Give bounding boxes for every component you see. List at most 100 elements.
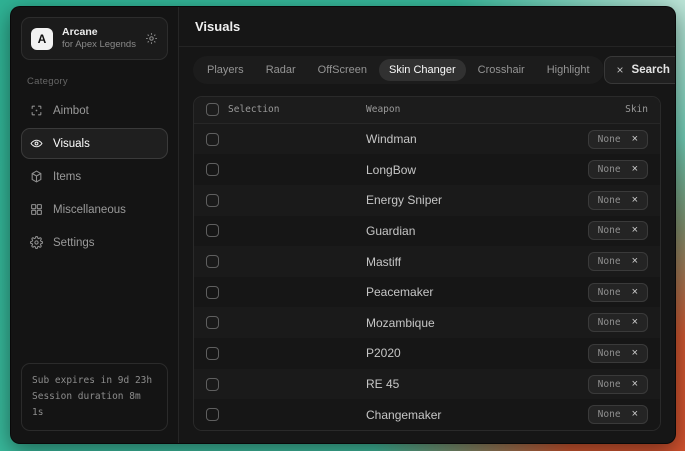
table-row: LongBow None × (194, 154, 660, 185)
row-checkbox[interactable] (206, 224, 219, 237)
tab-bar: Players Radar OffScreen Skin Changer Cro… (193, 56, 604, 84)
skin-value: None (598, 379, 621, 390)
page-title: Visuals (195, 19, 240, 34)
weapon-name: Energy Sniper (366, 193, 588, 207)
row-checkbox[interactable] (206, 347, 219, 360)
weapon-header-label: Weapon (366, 104, 625, 115)
weapon-name: Windman (366, 132, 588, 146)
brand-card[interactable]: A Arcane for Apex Legends (21, 17, 168, 60)
row-checkbox[interactable] (206, 133, 219, 146)
settings-gear-icon[interactable] (145, 32, 158, 45)
sidebar-item-label: Items (53, 171, 81, 183)
skin-value: None (598, 225, 621, 236)
table-row: RE 45 None × (194, 369, 660, 400)
brand-text: Arcane for Apex Legends (62, 26, 136, 51)
table-row: Changemaker None × (194, 399, 660, 430)
crosshair-icon (30, 104, 43, 117)
skin-value: None (598, 348, 621, 359)
eye-icon (30, 137, 43, 150)
skin-select-button[interactable]: None × (588, 191, 648, 210)
clear-skin-icon[interactable]: × (632, 409, 638, 420)
skin-value: None (598, 317, 621, 328)
clear-skin-icon[interactable]: × (632, 134, 638, 145)
skin-table: Selection Weapon Skin Windman None × Lon… (193, 96, 661, 431)
skin-select-button[interactable]: None × (588, 160, 648, 179)
skin-value: None (598, 134, 621, 145)
skin-select-button[interactable]: None × (588, 283, 648, 302)
sidebar-item-visuals[interactable]: Visuals (21, 128, 168, 159)
sidebar-item-aimbot[interactable]: Aimbot (21, 95, 168, 126)
title-bar: Visuals (179, 7, 675, 47)
table-row: Windman None × (194, 124, 660, 155)
select-all-checkbox[interactable] (206, 103, 219, 116)
tab-highlight[interactable]: Highlight (537, 59, 600, 81)
table-row: Mozambique None × (194, 307, 660, 338)
row-checkbox[interactable] (206, 378, 219, 391)
main-panel: Visuals Players Radar OffScreen Skin Cha… (179, 7, 675, 443)
search-button[interactable]: × Search (604, 56, 676, 84)
tab-players[interactable]: Players (197, 59, 254, 81)
weapon-name: P2020 (366, 346, 588, 360)
weapon-name: LongBow (366, 163, 588, 177)
sidebar-item-label: Visuals (53, 138, 90, 150)
clear-skin-icon[interactable]: × (632, 287, 638, 298)
session-duration-text: Session duration 8m 1s (32, 389, 157, 421)
clear-skin-icon[interactable]: × (632, 379, 638, 390)
skin-value: None (598, 409, 621, 420)
row-checkbox[interactable] (206, 316, 219, 329)
skin-value: None (598, 164, 621, 175)
grid-icon (30, 203, 43, 216)
skin-value: None (598, 256, 621, 267)
search-icon: × (617, 63, 624, 77)
app-logo: A (31, 28, 53, 50)
skin-select-button[interactable]: None × (588, 221, 648, 240)
sidebar-item-label: Settings (53, 237, 95, 249)
table-row: Peacemaker None × (194, 277, 660, 308)
row-checkbox[interactable] (206, 163, 219, 176)
tab-offscreen[interactable]: OffScreen (308, 59, 377, 81)
skin-select-button[interactable]: None × (588, 344, 648, 363)
weapon-name: Guardian (366, 224, 588, 238)
tab-radar[interactable]: Radar (256, 59, 306, 81)
app-window: A Arcane for Apex Legends Category Aimbo (10, 6, 676, 444)
row-checkbox[interactable] (206, 286, 219, 299)
sidebar-item-items[interactable]: Items (21, 161, 168, 192)
sidebar-item-settings[interactable]: Settings (21, 227, 168, 258)
table-row: Guardian None × (194, 216, 660, 247)
clear-skin-icon[interactable]: × (632, 225, 638, 236)
skin-select-button[interactable]: None × (588, 313, 648, 332)
tab-skin-changer[interactable]: Skin Changer (379, 59, 466, 81)
skin-select-button[interactable]: None × (588, 252, 648, 271)
tab-crosshair[interactable]: Crosshair (468, 59, 535, 81)
header-selection-cell: Selection (206, 103, 366, 116)
clear-skin-icon[interactable]: × (632, 195, 638, 206)
weapon-name: RE 45 (366, 377, 588, 391)
clear-skin-icon[interactable]: × (632, 164, 638, 175)
subscription-info-box: Sub expires in 9d 23h Session duration 8… (21, 363, 168, 431)
weapon-name: Mastiff (366, 255, 588, 269)
search-button-label: Search (632, 64, 670, 76)
app-title: Arcane (62, 26, 136, 39)
row-checkbox[interactable] (206, 194, 219, 207)
gear-icon (30, 236, 43, 249)
skin-value: None (598, 195, 621, 206)
clear-skin-icon[interactable]: × (632, 317, 638, 328)
sidebar-item-label: Aimbot (53, 105, 89, 117)
skin-select-button[interactable]: None × (588, 130, 648, 149)
category-label: Category (27, 76, 162, 87)
skin-select-button[interactable]: None × (588, 405, 648, 424)
app-subtitle: for Apex Legends (62, 39, 136, 51)
table-row: P2020 None × (194, 338, 660, 369)
weapon-name: Changemaker (366, 408, 588, 422)
skin-select-button[interactable]: None × (588, 375, 648, 394)
clear-skin-icon[interactable]: × (632, 348, 638, 359)
row-checkbox[interactable] (206, 408, 219, 421)
sidebar-item-miscellaneous[interactable]: Miscellaneous (21, 194, 168, 225)
skin-header-label: Skin (625, 104, 648, 115)
sidebar-spacer (21, 260, 168, 363)
sub-expiry-text: Sub expires in 9d 23h (32, 373, 157, 389)
row-checkbox[interactable] (206, 255, 219, 268)
toolbar: Players Radar OffScreen Skin Changer Cro… (179, 47, 675, 90)
clear-skin-icon[interactable]: × (632, 256, 638, 267)
weapon-name: Peacemaker (366, 285, 588, 299)
